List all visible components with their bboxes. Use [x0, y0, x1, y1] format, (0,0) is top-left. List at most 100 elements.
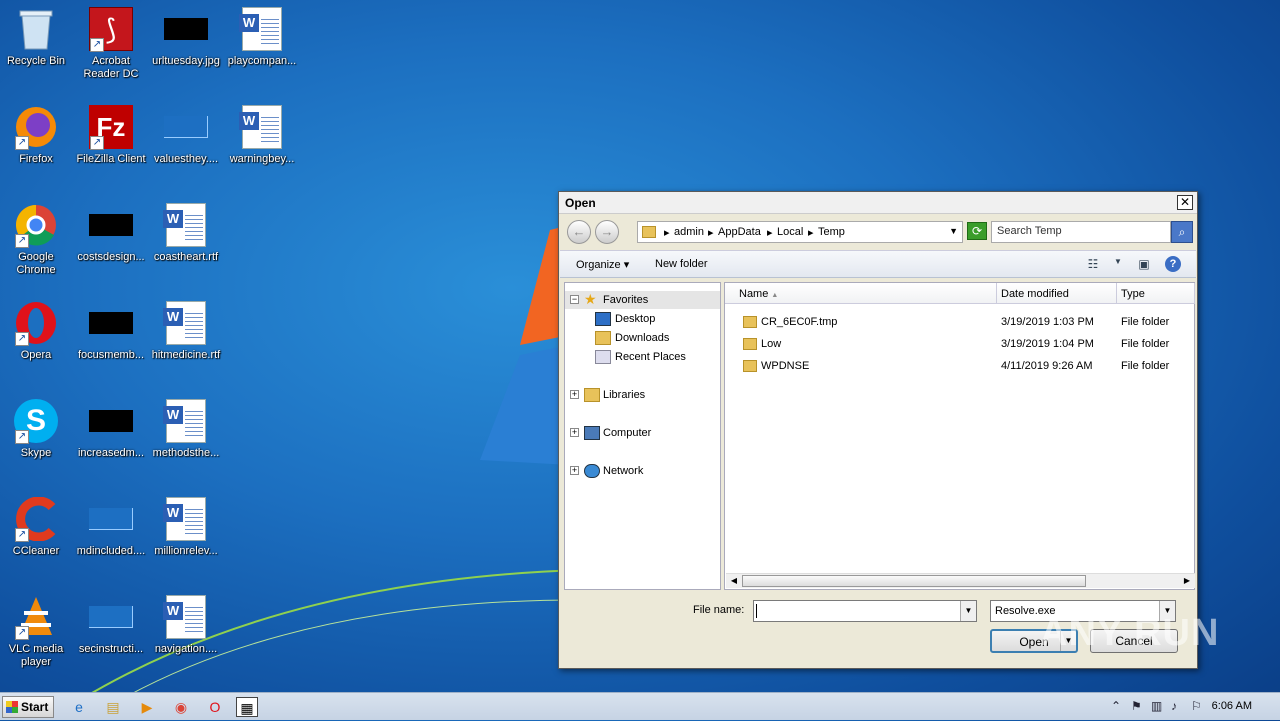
desktop-icon-mdincluded[interactable]: mdincluded.... [75, 496, 147, 558]
chevron-down-icon[interactable]: ▼ [960, 601, 976, 621]
scrollbar-thumb[interactable] [742, 575, 1086, 587]
nav-recent-label: Recent Places [615, 351, 686, 363]
nav-downloads[interactable]: Downloads [565, 329, 720, 347]
nav-computer[interactable]: + Computer [565, 424, 720, 442]
nav-computer-label: Computer [603, 427, 652, 439]
nav-recent-places[interactable]: Recent Places [565, 348, 720, 366]
close-button[interactable]: ✕ [1177, 195, 1193, 210]
search-input[interactable]: Search Temp [991, 221, 1171, 243]
desktop-icon-filezilla[interactable]: Fz ↗ FileZilla Client [75, 104, 147, 166]
taskbar-chrome-icon[interactable]: ◉ [170, 697, 192, 717]
desktop-icon-navigation[interactable]: W navigation.... [150, 594, 222, 656]
desktop-icon-focusmemb[interactable]: focusmemb... [75, 300, 147, 362]
network-tray-icon[interactable]: ▥ [1151, 699, 1162, 713]
breadcrumb-separator: ▸ [708, 227, 714, 239]
column-header-name[interactable]: Name ▲ [725, 283, 997, 304]
breadcrumb-local[interactable]: Local [777, 226, 803, 238]
desktop-icon-playcompan[interactable]: W playcompan... [226, 6, 298, 68]
file-icon [163, 104, 209, 150]
show-hidden-icons-icon[interactable]: ⌃ [1111, 699, 1121, 713]
desktop-icon-coastheart[interactable]: W coastheart.rtf [150, 202, 222, 264]
desktop-icon-increasedm[interactable]: increasedm... [75, 398, 147, 460]
windows-flag-icon [6, 701, 18, 713]
desktop-icon-opera[interactable]: ↗ Opera [0, 300, 72, 362]
desktop-icon-methodsthe[interactable]: W methodsthe... [150, 398, 222, 460]
nav-libraries[interactable]: + Libraries [565, 386, 720, 404]
scroll-right-icon[interactable]: ▶ [1180, 575, 1194, 587]
address-bar[interactable]: ▸ admin ▸ AppData ▸ Local ▸ Temp ▼ [637, 221, 963, 243]
word-doc-icon: W [163, 300, 209, 346]
desktop-icon-vlc[interactable]: ↗ VLC media player [0, 594, 72, 669]
view-icon[interactable]: ☷ [1085, 257, 1101, 271]
computer-icon [584, 426, 600, 440]
word-doc-icon: W [239, 6, 285, 52]
nav-favorites[interactable]: − ★ Favorites [565, 291, 720, 309]
flag-icon[interactable]: ⚐ [1191, 699, 1202, 713]
organize-button[interactable]: Organize ▾ [576, 258, 629, 271]
desktop-icon-warningbey[interactable]: W warningbey... [226, 104, 298, 166]
desktop-icon-hitmedicine[interactable]: W hitmedicine.rtf [150, 300, 222, 362]
desktop-icon-millionrelev[interactable]: W millionrelev... [150, 496, 222, 558]
desktop-icon-valuesthey[interactable]: valuesthey.... [150, 104, 222, 166]
file-icon [88, 496, 134, 542]
desktop-icon-ccleaner[interactable]: ↗ CCleaner [0, 496, 72, 558]
scroll-left-icon[interactable]: ◀ [727, 575, 741, 587]
expand-icon[interactable]: + [570, 428, 579, 437]
action-center-icon[interactable]: ⚑ [1131, 699, 1142, 713]
nav-network-label: Network [603, 465, 644, 477]
forward-button[interactable]: → [595, 220, 619, 244]
file-name-input[interactable]: ▼ [753, 600, 977, 622]
clock[interactable]: 6:06 AM [1212, 700, 1252, 712]
taskbar-media-player-icon[interactable]: ▶ [136, 697, 158, 717]
chrome-icon: ↗ [13, 202, 59, 248]
volume-icon[interactable]: ♪ [1171, 699, 1177, 713]
taskbar-opera-icon[interactable]: O [204, 697, 226, 717]
desktop-icon-costsdesign[interactable]: costsdesign... [75, 202, 147, 264]
breadcrumb-admin[interactable]: admin [674, 226, 704, 238]
horizontal-scrollbar[interactable]: ◀ ▶ [726, 573, 1195, 588]
nav-desktop-label: Desktop [615, 313, 656, 325]
breadcrumb-temp[interactable]: Temp [818, 226, 845, 238]
nav-desktop[interactable]: Desktop [565, 310, 720, 328]
column-header-type[interactable]: Type [1117, 283, 1195, 304]
desktop-icon-skype[interactable]: S ↗ Skype [0, 398, 72, 460]
new-folder-button[interactable]: New folder [655, 258, 708, 270]
desktop-icon-secinstructi[interactable]: secinstructi... [75, 594, 147, 656]
back-button[interactable]: ← [567, 220, 591, 244]
opera-icon: ↗ [13, 300, 59, 346]
collapse-icon[interactable]: − [570, 295, 579, 304]
start-button[interactable]: Start [2, 696, 54, 718]
expand-icon[interactable]: + [570, 466, 579, 475]
folder-icon [642, 226, 656, 238]
file-row[interactable]: WPDNSE 4/11/2019 9:26 AM File folder [725, 355, 1194, 377]
breadcrumb-appdata[interactable]: AppData [718, 226, 761, 238]
desktop-icon-acrobat[interactable]: ⟆ ↗ Acrobat Reader DC [75, 6, 147, 81]
help-icon[interactable]: ? [1165, 256, 1181, 272]
file-name: CR_6EC0F.tmp [761, 316, 838, 328]
chevron-down-icon[interactable]: ▼ [949, 226, 958, 236]
search-icon: ⌕ [1178, 225, 1186, 239]
taskbar-explorer-icon[interactable]: ▤ [102, 697, 124, 717]
word-doc-icon: W [163, 496, 209, 542]
file-row[interactable]: CR_6EC0F.tmp 3/19/2019 1:03 PM File fold… [725, 311, 1194, 333]
desktop-icon-chrome[interactable]: ↗ Google Chrome [0, 202, 72, 277]
desktop-icon-firefox[interactable]: ↗ Firefox [0, 104, 72, 166]
dialog-titlebar[interactable]: Open ✕ [559, 192, 1197, 214]
nav-network[interactable]: + Network [565, 462, 720, 480]
folder-icon [743, 338, 757, 350]
preview-pane-icon[interactable]: ▣ [1136, 257, 1152, 271]
desktop-icon-recycle-bin[interactable]: Recycle Bin [0, 6, 72, 68]
column-header-date[interactable]: Date modified [997, 283, 1117, 304]
refresh-icon: ⟳ [971, 224, 983, 238]
file-type: File folder [1121, 338, 1170, 350]
desktop-icon-urltuesday[interactable]: urltuesday.jpg [150, 6, 222, 68]
downloads-icon [595, 331, 611, 345]
taskbar-ie-icon[interactable]: e [68, 697, 90, 717]
taskbar-active-app-icon[interactable]: ▦ [236, 697, 258, 717]
refresh-button[interactable]: ⟳ [967, 222, 987, 240]
search-button[interactable]: ⌕ [1171, 221, 1193, 243]
word-doc-icon: W [163, 594, 209, 640]
expand-icon[interactable]: + [570, 390, 579, 399]
view-dropdown-icon[interactable]: ▼ [1110, 257, 1126, 271]
file-row[interactable]: Low 3/19/2019 1:04 PM File folder [725, 333, 1194, 355]
